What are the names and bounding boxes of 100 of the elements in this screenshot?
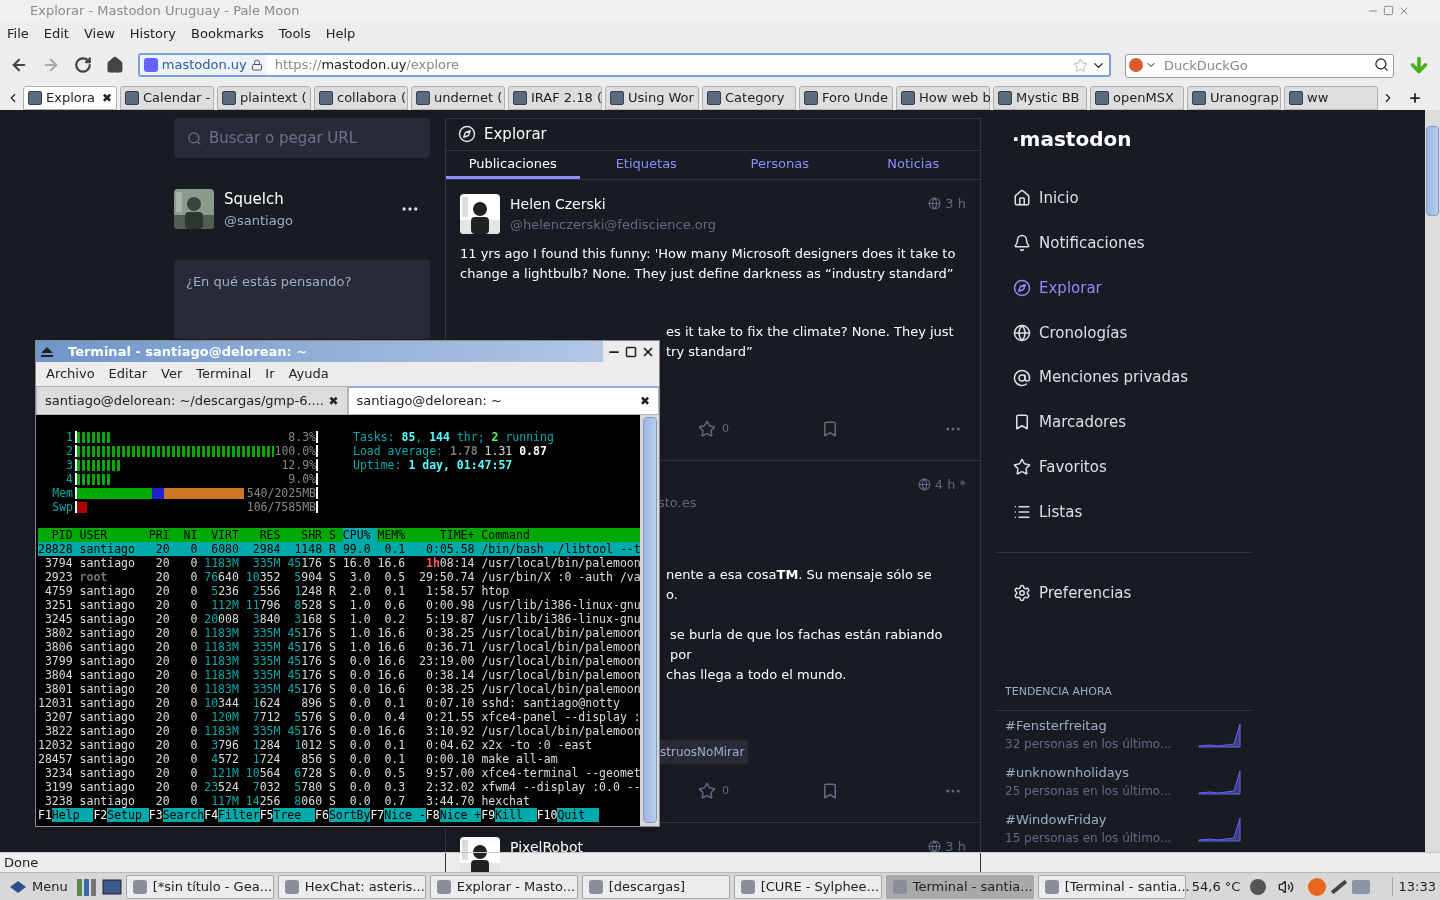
hashtag-link[interactable]: #unknownholidays [1005,762,1198,783]
browser-tab[interactable]: Category [702,86,796,110]
nav-link[interactable]: Inicio [996,176,1252,221]
menu-item[interactable]: Help [325,23,356,44]
reload-icon[interactable] [73,56,92,74]
browser-tab[interactable]: Uranograp [1187,86,1281,110]
menu-item[interactable]: Bookmarks [191,23,264,44]
process-row[interactable]: 3799 santiago 20 0 1183M 335M 45176 S 0.0 16.6 23:19.00 /usr/local/bin/palemoon [38,654,640,668]
close-icon[interactable]: ✖ [101,89,112,107]
back-icon[interactable] [10,56,28,74]
author-name[interactable]: PixelRobot [510,837,583,858]
hashtag-link[interactable]: #Fensterfreitag [1005,715,1198,736]
nav-link[interactable]: Marcadores [996,400,1252,445]
taskbar-button[interactable]: Terminal - santia... [885,874,1034,899]
process-row[interactable]: 3245 santiago 20 0 20008 3840 3168 S 1.0 0.2 5:19.87 /usr/lib/i386-linux-gnu [38,612,640,626]
nav-link[interactable]: Menciones privadas [996,355,1252,400]
browser-tab[interactable]: undernet ( [411,86,505,110]
nav-link[interactable]: Favoritos [996,444,1252,490]
desktop-icon[interactable] [101,877,122,896]
terminal-tab[interactable]: santiago@delorean: ~ ✖ [347,386,659,415]
hashtag-link[interactable]: #WindowFriday [1005,809,1198,830]
start-menu-button[interactable]: Menu [4,876,72,897]
compose-field[interactable]: ¿En qué estás pensando? [174,260,430,339]
nav-link[interactable]: Preferencias [996,572,1252,614]
process-row[interactable]: 4759 santiago 20 0 5236 2556 1248 R 2.0 0.1 1:58.57 htop [38,584,640,598]
tray-icon[interactable] [1250,878,1267,895]
process-row[interactable]: 12031 santiago 20 0 10344 1624 896 S 0.0 0.1 0:07.10 sshd: santiago@notty [38,696,640,710]
browser-tab[interactable]: plaintext ( [217,86,311,110]
browser-tab[interactable]: Mystic BB [993,86,1087,110]
search-icon[interactable] [1374,57,1390,72]
search-field[interactable]: DuckDuckGo [1124,53,1395,78]
taskbar-button[interactable]: Explorar - Masto... [429,874,578,899]
browser-tab[interactable]: Explora ✖ [23,86,117,110]
process-row[interactable]: 3806 santiago 20 0 1183M 335M 45176 S 1.0 16.6 0:36.71 /usr/local/bin/palemoon [38,640,640,654]
process-row[interactable]: 12032 santiago 20 0 3796 1284 1012 S 0.0 0.1 0:04.62 x2x -to :0 -east [38,738,640,752]
menu-item[interactable]: File [7,23,29,44]
eject-icon[interactable] [40,345,54,358]
favicon-icon [707,91,721,105]
menu-item[interactable]: Terminal [196,364,252,384]
bookmark-star-icon[interactable] [1072,57,1088,73]
menu-item[interactable]: Editar [108,364,148,384]
browser-tab[interactable]: Using Wor [605,86,699,110]
close-icon[interactable]: ✖ [328,391,339,410]
menu-item[interactable]: Ver [161,364,183,384]
taskbar-button[interactable]: [*sin título - Gea... [125,874,274,899]
taskbar-button[interactable]: HexChat: asteris... [277,874,426,899]
volume-icon[interactable] [1278,878,1295,895]
nav-link[interactable]: Notificaciones [996,220,1252,266]
nav-link[interactable]: Explorar [996,265,1252,311]
site-identity[interactable]: mastodon.uy [139,55,267,75]
terminal-tab[interactable]: santiago@delorean: ~/descargas/gmp-6.... ✖ [36,386,348,415]
author-name[interactable]: Helen Czerski [510,194,717,215]
process-row[interactable]: 28828 santiago 20 0 6080 2984 1148 R 99.0 0.1 0:05.58 /bin/bash ./libtool --t [38,542,640,556]
process-row[interactable]: 3251 santiago 20 0 112M 11796 8528 S 1.0 0.6 0:00.98 /usr/lib/i386-linux-gnu [38,598,640,612]
menu-item[interactable]: Ayuda [288,364,329,384]
taskbar-button[interactable]: [CURE - Sylphee... [733,874,882,899]
process-row[interactable]: 3794 santiago 20 0 1183M 335M 45176 S 16.0 16.6 1h08:14 /usr/local/bin/palemoon [38,556,640,570]
menu-item[interactable]: History [129,23,177,44]
process-row[interactable]: 2923 root 20 0 76640 10352 5904 S 3.0 0.5 29:50.74 /usr/bin/X :0 -auth /va [38,570,640,584]
maximize-icon[interactable] [625,345,637,358]
browser-tab[interactable]: openMSX [1090,86,1184,110]
menu-item[interactable]: Archivo [46,364,95,384]
favourite-icon[interactable] [698,420,716,438]
favourite-icon[interactable] [698,782,716,800]
address-field[interactable]: mastodon.uy https://mastodon.uy/explore [137,53,1111,77]
menu-item[interactable]: Ir [265,364,275,384]
explore-tab[interactable]: Etiquetas [579,150,713,179]
browser-tab[interactable]: Foro Unde [799,86,893,110]
nav-link[interactable]: Listas [996,489,1252,535]
home-icon[interactable] [105,56,124,74]
browser-tab[interactable]: collabora ( [314,86,408,110]
menu-item[interactable]: Edit [43,23,69,44]
process-row[interactable]: 3234 santiago 20 0 121M 10564 6728 S 0.0 0.5 9:57.00 xfce4-terminal --geomet [38,766,640,780]
taskbar-button[interactable]: [descargas] [581,874,730,899]
explore-tab[interactable]: Noticias [846,150,980,179]
process-row[interactable]: 28457 santiago 20 0 4572 1724 856 S 0.0 0.1 0:00.10 make all-am [38,752,640,766]
scrollbar[interactable] [1425,110,1440,852]
scrollbar[interactable] [640,415,659,826]
process-row[interactable]: 3822 santiago 20 0 1183M 335M 45176 S 0.0 16.6 3:10.92 /usr/local/bin/palemoon [38,724,640,738]
menu-item[interactable]: Tools [278,23,311,44]
process-row[interactable]: 3804 santiago 20 0 1183M 335M 45176 S 0.0 16.6 0:38.14 /usr/local/bin/palemoon [38,668,640,682]
browser-tab[interactable]: IRAF 2.18 ( [508,86,602,110]
explore-tab[interactable]: Publicaciones [446,150,580,179]
process-row[interactable]: 3207 santiago 20 0 120M 7712 5576 S 0.0 0.4 0:21.55 xfce4-panel --display : [38,710,640,724]
bookmark-icon[interactable] [821,782,839,800]
new-tab-icon[interactable] [1408,91,1422,105]
mastodon-logo[interactable]: ·mastodon [1012,124,1252,154]
bookmark-icon[interactable] [821,420,839,438]
process-row[interactable]: 3802 santiago 20 0 1183M 335M 45176 S 1.0 16.6 0:38.25 /usr/local/bin/palemoon [38,626,640,640]
close-icon[interactable]: ✖ [639,392,650,410]
process-row[interactable]: 3238 santiago 20 0 117M 14256 8060 S 0.0 0.7 3:44.70 hexchat [38,794,640,808]
explore-tab[interactable]: Personas [713,150,847,179]
browser-tab[interactable]: Calendar - [120,86,214,110]
menu-item[interactable]: View [83,23,115,44]
browser-tab[interactable]: How web b [896,86,990,110]
process-row[interactable]: 3801 santiago 20 0 1183M 335M 45176 S 0.0 16.6 0:38.25 /usr/local/bin/palemoon [38,682,640,696]
search-field[interactable]: Buscar o pegar URL [174,118,430,158]
browser-tab[interactable]: ww [1284,86,1378,110]
nav-link[interactable]: Cronologías [996,310,1252,356]
process-row[interactable]: 3199 santiago 20 0 23524 7032 5780 S 0.0 0.3 2:32.02 xfwm4 --display :0.0 -- [38,780,640,794]
